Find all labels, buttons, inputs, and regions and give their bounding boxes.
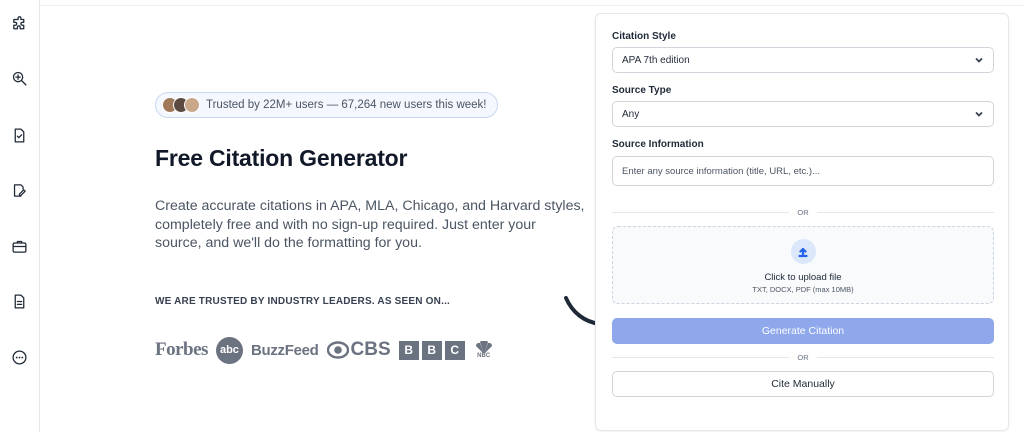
- sidebar-item-check[interactable]: [9, 125, 29, 145]
- buzzfeed-logo: BuzzFeed: [250, 341, 319, 359]
- more-circle-icon: [11, 349, 27, 365]
- or-divider: OR: [612, 207, 994, 217]
- or-divider: OR: [612, 352, 994, 362]
- citation-form-panel: Citation Style APA 7th edition Source Ty…: [595, 13, 1009, 431]
- sidebar-item-search[interactable]: [9, 68, 29, 88]
- citation-style-select[interactable]: APA 7th edition: [612, 47, 994, 73]
- forbes-logo: Forbes: [155, 339, 208, 360]
- sidebar: [0, 0, 40, 432]
- document-check-icon: [14, 127, 24, 143]
- sidebar-item-documents[interactable]: [9, 291, 29, 311]
- generate-citation-button[interactable]: Generate Citation: [612, 318, 994, 344]
- trust-badge: Trusted by 22M+ users — 67,264 new users…: [155, 92, 498, 118]
- cbs-eye-icon: [326, 341, 349, 359]
- document-text-icon: [14, 293, 24, 309]
- or-text: OR: [797, 207, 809, 217]
- source-type-label: Source Type: [612, 85, 672, 96]
- source-type-value: Any: [622, 108, 640, 120]
- page-description: Create accurate citations in APA, MLA, C…: [155, 198, 585, 252]
- top-divider: [40, 5, 1024, 6]
- document-edit-icon: [13, 183, 26, 197]
- briefcase-icon: [11, 240, 27, 253]
- nbc-logo: NBC: [473, 341, 495, 359]
- upload-title: Click to upload file: [764, 272, 842, 283]
- sidebar-item-tools[interactable]: [9, 14, 29, 34]
- bbc-logo: B B C: [398, 340, 465, 360]
- source-type-select[interactable]: Any: [612, 101, 994, 127]
- avatar: [184, 97, 200, 113]
- file-upload-dropzone[interactable]: Click to upload file TXT, DOCX, PDF (max…: [612, 226, 994, 304]
- sidebar-item-edit[interactable]: [9, 180, 29, 200]
- or-text: OR: [797, 352, 809, 362]
- page-title: Free Citation Generator: [155, 145, 408, 171]
- sidebar-item-more[interactable]: [9, 347, 29, 367]
- source-info-input[interactable]: [612, 156, 994, 186]
- nbc-logo-text: NBC: [477, 353, 491, 359]
- cite-manually-button[interactable]: Cite Manually: [612, 371, 994, 397]
- bbc-letter: C: [444, 340, 465, 360]
- cbs-logo-text: CBS: [350, 339, 391, 360]
- puzzle-icon: [12, 15, 24, 29]
- upload-subtitle: TXT, DOCX, PDF (max 10MB): [752, 285, 854, 294]
- sidebar-item-jobs[interactable]: [9, 236, 29, 256]
- abc-logo: abc: [215, 336, 243, 364]
- zoom-in-icon: [12, 71, 27, 86]
- trusted-by-heading: WE ARE TRUSTED BY INDUSTRY LEADERS. AS S…: [155, 296, 451, 307]
- chevron-down-icon: [975, 57, 983, 63]
- bbc-letter: B: [398, 340, 419, 360]
- cbs-logo: CBS: [326, 339, 391, 361]
- bbc-letter: B: [421, 340, 442, 360]
- source-info-label: Source Information: [612, 139, 704, 150]
- citation-style-value: APA 7th edition: [622, 54, 690, 66]
- chevron-down-icon: [975, 111, 983, 117]
- citation-style-label: Citation Style: [612, 31, 676, 42]
- user-avatars: [162, 97, 200, 113]
- upload-icon: [790, 239, 816, 264]
- trust-badge-text: Trusted by 22M+ users — 67,264 new users…: [206, 99, 487, 111]
- press-logos: Forbes abc BuzzFeed CBS B B C NBC: [155, 335, 495, 365]
